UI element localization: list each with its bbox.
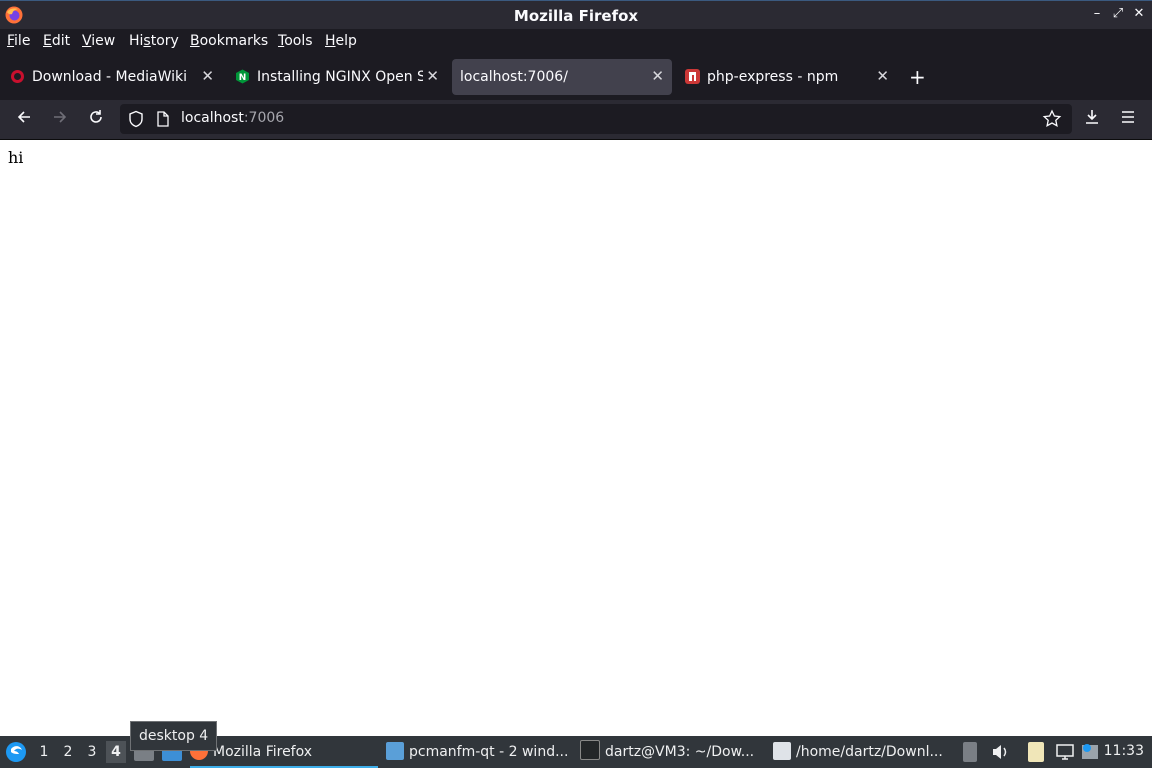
terminal-icon [580, 740, 600, 760]
window-title: Mozilla Firefox [513, 7, 639, 25]
task-firefox[interactable]: Mozilla Firefox [190, 738, 378, 768]
url-bar[interactable]: localhost:7006 [120, 104, 1072, 134]
task-label: /home/dartz/Downl... [796, 744, 943, 760]
notification-icon[interactable] [1080, 742, 1100, 762]
download-icon [1086, 110, 1098, 124]
menu-file[interactable]: File [7, 33, 30, 49]
downloads-button[interactable] [1080, 108, 1104, 130]
minimize-button[interactable]: – [1089, 6, 1105, 21]
clock[interactable]: 11:33 [1104, 743, 1144, 759]
task-pcmanfm[interactable]: pcmanfm-qt - 2 wind... [386, 738, 574, 766]
start-menu-icon[interactable] [5, 741, 27, 763]
tab-nginx[interactable]: N Installing NGINX Open Sc ✕ [227, 59, 447, 95]
url-text[interactable]: localhost:7006 [181, 110, 284, 126]
page-content: hi [0, 140, 1152, 736]
task-editor[interactable]: /home/dartz/Downl... [773, 738, 953, 766]
menu-bar: File Edit View History Bookmarks Tools H… [0, 29, 1152, 56]
menu-help[interactable]: Help [325, 33, 357, 49]
menu-view[interactable]: View [82, 33, 115, 49]
task-label: dartz@VM3: ~/Dow... [605, 744, 755, 760]
task-label: pcmanfm-qt - 2 wind... [409, 744, 569, 760]
tab-npm[interactable]: php-express - npm ✕ [677, 59, 897, 95]
tray-arrow-icon[interactable] [963, 742, 977, 762]
task-terminal[interactable]: dartz@VM3: ~/Dow... [580, 738, 768, 766]
tab-label: localhost:7006/ [460, 69, 568, 85]
page-body-text: hi [8, 148, 24, 167]
back-button[interactable] [12, 108, 36, 130]
npm-icon [685, 69, 700, 84]
desktop-1-button[interactable]: 1 [34, 741, 54, 763]
forward-button[interactable] [48, 108, 72, 130]
close-tab-icon[interactable]: ✕ [201, 67, 214, 85]
menu-bookmarks[interactable]: Bookmarks [190, 33, 268, 49]
tab-mediawiki[interactable]: Download - MediaWiki ✕ [2, 59, 222, 95]
reload-icon [90, 110, 102, 123]
mediawiki-icon [11, 70, 24, 83]
bookmark-star-icon[interactable] [1042, 109, 1062, 129]
volume-icon[interactable] [990, 742, 1010, 762]
network-icon[interactable] [1055, 742, 1075, 762]
hamburger-icon [1122, 111, 1134, 123]
close-tab-icon[interactable]: ✕ [876, 67, 889, 85]
task-label: Mozilla Firefox [213, 744, 313, 760]
navigation-toolbar: localhost:7006 [0, 100, 1152, 140]
close-tab-icon[interactable]: ✕ [426, 67, 439, 85]
maximize-button[interactable]: ⤢ [1110, 6, 1126, 21]
shield-icon[interactable] [128, 110, 144, 128]
folder-icon [386, 742, 404, 760]
desktop-2-button[interactable]: 2 [58, 741, 78, 763]
arrow-right-icon [54, 111, 67, 123]
tab-localhost[interactable]: localhost:7006/ ✕ [452, 59, 672, 95]
tab-label: Installing NGINX Open Sc [257, 69, 423, 85]
desktop-3-button[interactable]: 3 [82, 741, 102, 763]
app-menu-button[interactable] [1116, 108, 1140, 130]
nginx-icon: N [236, 69, 249, 84]
new-tab-button[interactable]: + [909, 65, 926, 89]
editor-icon [773, 742, 791, 760]
page-info-icon[interactable] [156, 111, 170, 127]
arrow-left-icon [17, 111, 30, 123]
menu-edit[interactable]: Edit [43, 33, 70, 49]
window-titlebar[interactable]: Mozilla Firefox – ⤢ ✕ [0, 0, 1152, 30]
tab-label: Download - MediaWiki [32, 69, 188, 85]
menu-history[interactable]: History [129, 33, 179, 49]
svg-text:N: N [239, 73, 247, 83]
desktop-tooltip: desktop 4 [130, 721, 218, 751]
reload-button[interactable] [84, 108, 108, 130]
close-window-button[interactable]: ✕ [1131, 6, 1147, 21]
tab-label: php-express - npm [707, 69, 839, 85]
close-tab-icon[interactable]: ✕ [651, 67, 664, 85]
menu-tools[interactable]: Tools [278, 33, 313, 49]
clipboard-icon[interactable] [1028, 742, 1044, 762]
tab-strip: Download - MediaWiki ✕ N Installing NGIN… [0, 56, 1152, 100]
desktop-4-button[interactable]: 4 [106, 741, 126, 763]
